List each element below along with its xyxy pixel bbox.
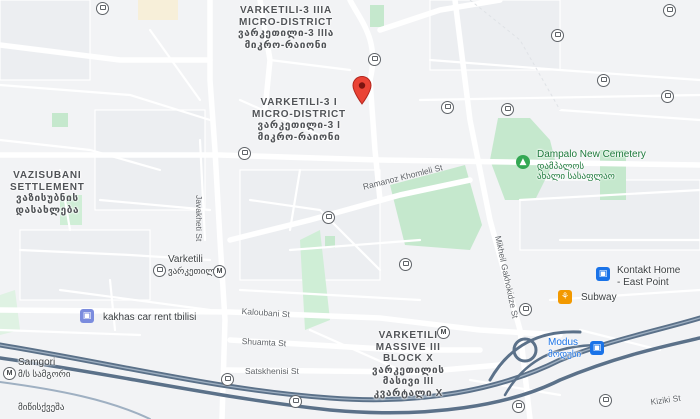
district-name-ka-line2: მასივი III (382, 376, 434, 387)
metro-station-icon[interactable]: M (3, 367, 16, 380)
district-label-vazisubani: VAZISUBANI SETTLEMENT ვაზისუბნის დასახლე… (10, 170, 85, 216)
district-label-varketili-3-i: VARKETILI-3 I MICRO-DISTRICT ვარკეთილი-3… (252, 97, 346, 143)
bus-stop-icon[interactable] (322, 211, 335, 224)
map-canvas[interactable]: VARKETILI-3 IIIA MICRO-DISTRICT ვარკეთილ… (0, 0, 700, 419)
district-name-ka-line3: კვარტალი X (373, 387, 443, 399)
place-name-ka: ვარკეთილი (168, 265, 220, 276)
district-name-en-line2: MICRO-DISTRICT (238, 16, 333, 28)
bus-stop-icon[interactable] (512, 400, 525, 413)
place-name-en: Dampalo New Cemetery (537, 149, 646, 160)
district-name-ka-line1: ვარკეთილის (372, 364, 445, 376)
district-name-ka-line2: მიკრო-რაიონი (257, 131, 341, 143)
place-name-en: Varketili (168, 254, 203, 265)
place-name-en: Samgori (18, 357, 56, 368)
location-pin-icon[interactable] (351, 75, 373, 105)
street-label-satskhenisi: Satskhenisi St (245, 366, 299, 376)
car-rental-icon[interactable]: ▣ (80, 309, 94, 323)
place-label-kontakt-home: Kontakt Home - East Point (617, 265, 680, 288)
shopping-bag-icon[interactable]: ▣ (590, 341, 604, 355)
bus-stop-icon[interactable] (663, 4, 676, 17)
street-label-javakheti: Javakheti St (194, 195, 204, 242)
bus-stop-icon[interactable] (153, 264, 166, 277)
bus-stop-icon[interactable] (238, 147, 251, 160)
district-name-ka-line2: მიკრო-რაიონი (244, 39, 328, 51)
bus-stop-icon[interactable] (368, 53, 381, 66)
metro-station-icon[interactable]: M (437, 326, 450, 339)
district-name-en-line2: SETTLEMENT (10, 181, 85, 193)
bus-stop-icon[interactable] (441, 101, 454, 114)
district-name-ka-line1: ვაზისუბნის (16, 193, 79, 204)
district-name-en-line1: VARKETILI-3 IIIA (239, 5, 332, 16)
district-label-varketili-massive: VARKETILI MASSIVE III BLOCK X ვარკეთილის… (372, 330, 445, 399)
district-name-en-line2: MASSIVE III (375, 341, 441, 353)
shopping-bag-icon[interactable]: ▣ (596, 267, 610, 281)
bus-stop-icon[interactable] (289, 395, 302, 408)
bus-stop-icon[interactable] (399, 258, 412, 271)
district-name-ka-line2: დასახლება (15, 204, 80, 216)
place-label-subway: Subway (581, 292, 617, 303)
place-label-bottom-left: მიწისქვეშა (18, 402, 65, 412)
place-label-varketili: Varketili ვარკეთილი (168, 254, 220, 276)
metro-station-icon[interactable]: M (213, 265, 226, 278)
bus-stop-icon[interactable] (519, 303, 532, 316)
district-name-en-line2: MICRO-DISTRICT (252, 108, 346, 120)
district-name-en-line3: BLOCK X (382, 353, 434, 364)
restaurant-icon[interactable]: ⚘ (558, 290, 572, 304)
district-name-en-line1: VARKETILI-3 I (260, 97, 338, 108)
bus-stop-icon[interactable] (661, 90, 674, 103)
place-label-modus: Modus მოდუსი (548, 337, 581, 359)
place-label-kakhas-car-rent: kakhas car rent tbilisi (103, 312, 197, 323)
place-name-ka: მ/ს სამგორი (18, 368, 71, 379)
district-name-ka-line1: ვარკეთილი-3 I (257, 120, 341, 131)
district-label-varketili-3-iiia: VARKETILI-3 IIIA MICRO-DISTRICT ვარკეთილ… (238, 5, 334, 51)
place-name-line2: - East Point (617, 276, 669, 288)
place-name-en: Modus (548, 337, 579, 348)
bus-stop-icon[interactable] (597, 74, 610, 87)
bus-stop-icon[interactable] (599, 394, 612, 407)
bus-stop-icon[interactable] (501, 103, 514, 116)
bus-stop-icon[interactable] (96, 2, 109, 15)
bus-stop-icon[interactable] (551, 29, 564, 42)
place-label-samgori: Samgori მ/ს სამგორი (18, 357, 71, 379)
place-name-ka: მოდუსი (548, 348, 582, 359)
district-name-en-line1: VAZISUBANI (13, 170, 82, 181)
place-name-ka-line2: ახალი სასაფლაო (537, 170, 615, 181)
place-name-ka-line1: დამპალოს (537, 160, 585, 171)
bus-stop-icon[interactable] (221, 373, 234, 386)
district-name-ka-line1: ვარკეთილი-3 IIIა (238, 28, 334, 39)
place-label-dampalo-cemetery: Dampalo New Cemetery დამპალოს ახალი სასა… (537, 149, 646, 181)
cemetery-icon[interactable]: ▲ (516, 155, 530, 169)
place-name-line1: Kontakt Home (617, 265, 681, 276)
district-name-en-line1: VARKETILI (378, 330, 438, 341)
map-base-layer (0, 0, 700, 419)
